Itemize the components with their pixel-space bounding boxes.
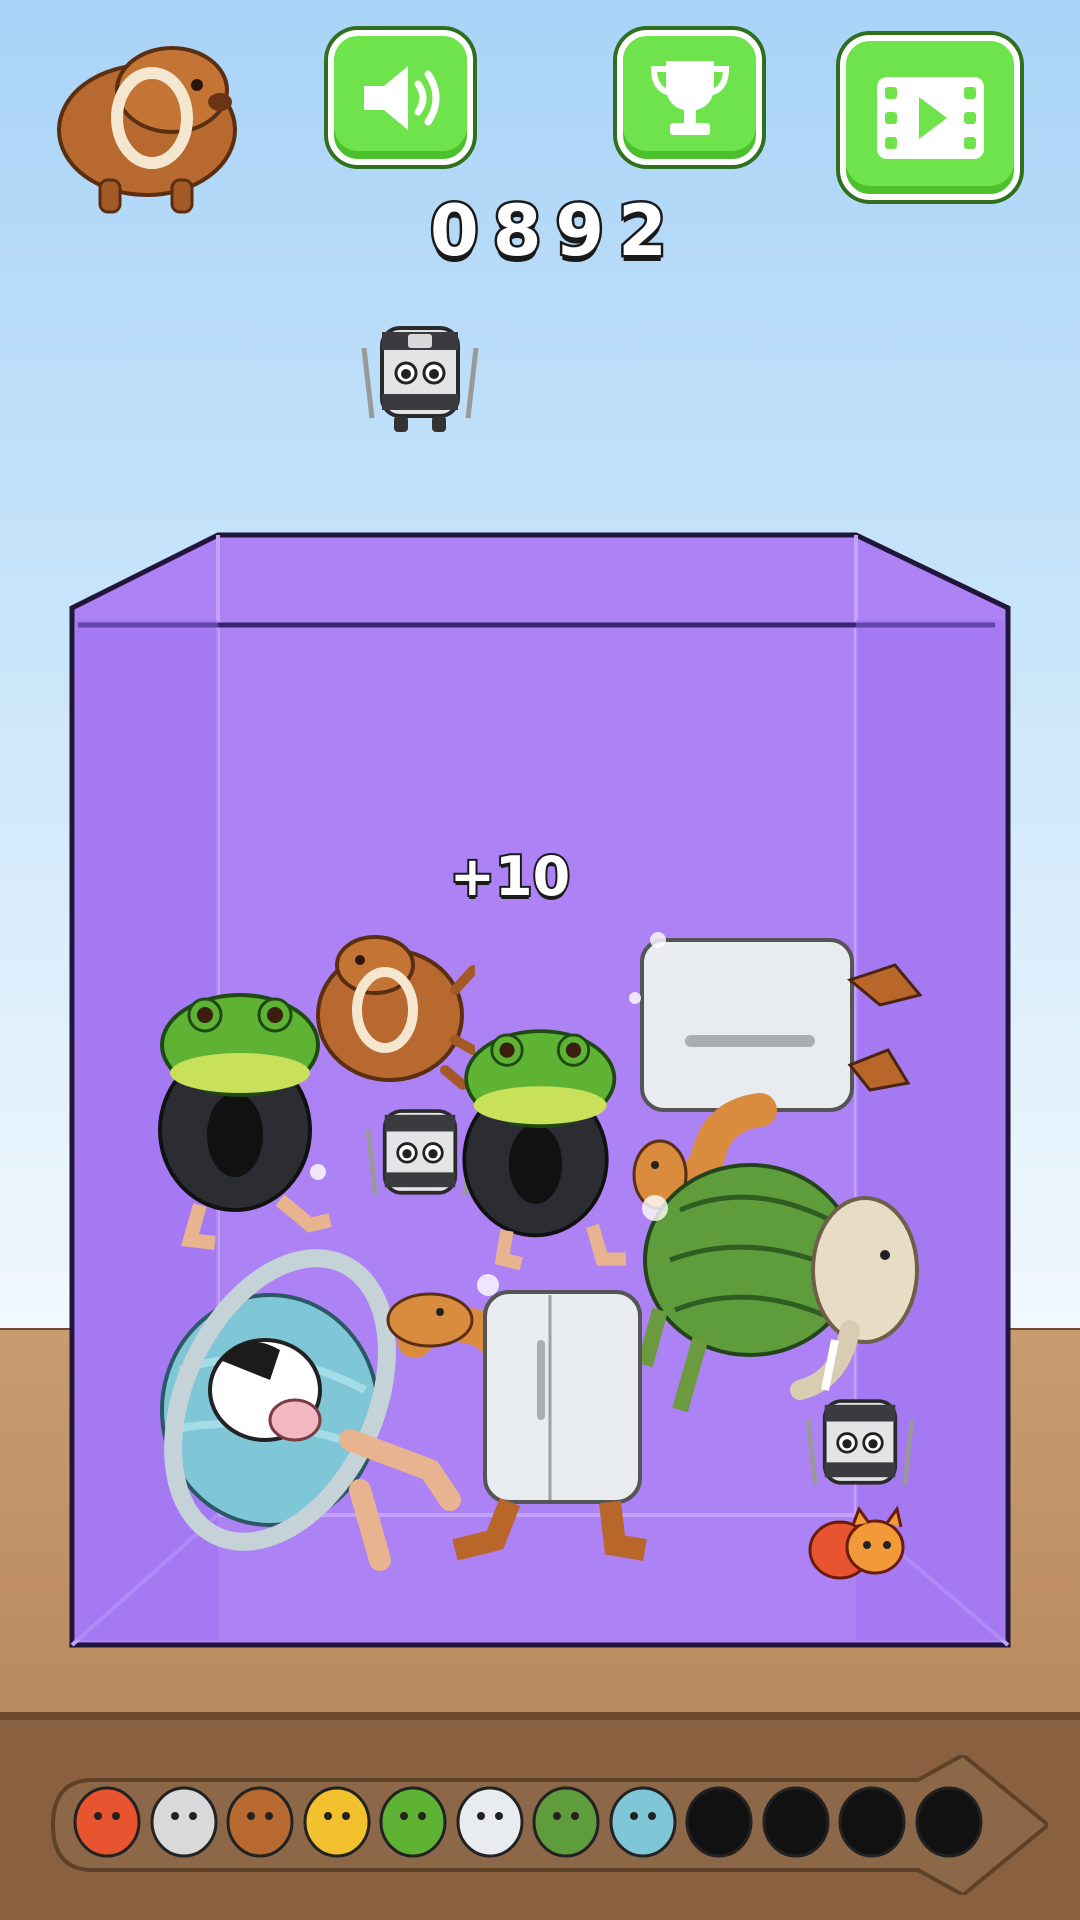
progression-cow-planet-icon <box>609 1786 676 1858</box>
progression-monkey-banana-icon <box>303 1786 370 1858</box>
ninja-pot-piece <box>805 1399 915 1485</box>
progression-cactus-elephant-icon <box>532 1786 600 1858</box>
progression-locked-1-icon <box>685 1786 753 1858</box>
cat-crab-piece <box>808 1505 905 1580</box>
progression-camel-fridge-icon <box>456 1786 523 1858</box>
progression-ninja-pot-icon <box>150 1786 217 1858</box>
bubbles-effect <box>310 932 668 1296</box>
progression-locked-3-icon <box>838 1786 906 1858</box>
progression-locked-4-icon <box>915 1786 982 1858</box>
progression-frog-tire-icon <box>379 1786 447 1858</box>
progression-capybara-icon <box>226 1786 294 1858</box>
progression-locked-2-icon <box>762 1786 829 1858</box>
progression-cat-crab-icon <box>73 1786 141 1858</box>
